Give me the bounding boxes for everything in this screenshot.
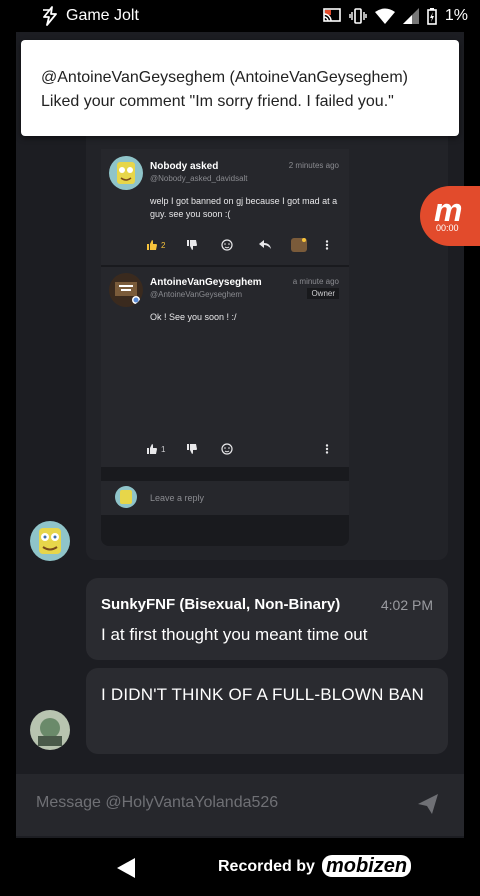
more-options-button[interactable] — [325, 444, 329, 454]
screen: Game Jolt 1% Nobody asked @Nobody_asked_… — [0, 0, 480, 896]
add-reaction-button[interactable] — [221, 239, 234, 251]
message-author[interactable]: SunkyFNF (Bisexual, Non-Binary) — [101, 596, 340, 613]
more-vert-icon — [326, 444, 329, 454]
notification-toast[interactable]: @AntoineVanGeyseghem (AntoineVanGeyseghe… — [21, 40, 459, 136]
thumbs-up-icon — [147, 444, 157, 454]
message-composer: Message @HolyVantaYolanda526 — [16, 774, 464, 836]
reply-placeholder: Leave a reply — [150, 493, 205, 503]
reply-button[interactable] — [259, 240, 272, 250]
thumbs-down-icon — [187, 444, 198, 454]
comment-handle: @AntoineVanGeyseghem — [150, 290, 243, 299]
emoji-add-icon — [221, 239, 234, 251]
like-count: 2 — [161, 240, 166, 250]
battery-icon — [427, 8, 437, 25]
message-text: I at first thought you meant time out — [101, 625, 368, 644]
like-button[interactable]: 1 — [147, 444, 165, 454]
thumbs-up-icon — [147, 240, 157, 250]
comment-actions: 2 — [145, 237, 345, 253]
status-app-name: Game Jolt — [66, 7, 139, 24]
comment-time: a minute ago — [292, 277, 339, 286]
navigation-bar: Recorded by mobizen — [0, 838, 480, 896]
wifi-icon — [374, 8, 395, 24]
comment-time: 2 minutes ago — [288, 161, 339, 170]
comment-author[interactable]: AntoineVanGeyseghem — [150, 277, 262, 288]
battery-level: 1% — [444, 7, 468, 24]
status-bar: Game Jolt 1% — [0, 0, 480, 32]
comment-thread: Nobody asked @Nobody_asked_davidsalt 2 m… — [101, 149, 349, 546]
add-reaction-button[interactable] — [221, 443, 234, 455]
message-time: 4:02 PM — [380, 597, 433, 613]
avatar[interactable] — [109, 273, 143, 307]
comment-text: Ok ! See you soon ! :/ — [150, 312, 237, 322]
dislike-button[interactable] — [187, 240, 198, 250]
emoji-add-icon — [221, 443, 234, 455]
comment-actions: 1 — [145, 441, 345, 457]
reply-input[interactable]: Leave a reply — [101, 481, 349, 515]
comment-item: Nobody asked @Nobody_asked_davidsalt 2 m… — [101, 149, 349, 265]
notification-title: @AntoineVanGeyseghem (AntoineVanGeyseghe… — [41, 69, 408, 86]
comment-author[interactable]: Nobody asked — [150, 161, 218, 172]
avatar[interactable] — [30, 710, 70, 750]
notification-text: Liked your comment "Im sorry friend. I f… — [41, 93, 394, 110]
more-options-button[interactable] — [325, 240, 329, 250]
like-count: 1 — [161, 444, 166, 454]
message-text: I DIDN'T THINK OF A FULL-BLOWN BAN — [101, 685, 425, 704]
chat-message[interactable]: SunkyFNF (Bisexual, Non-Binary) 4:02 PM … — [86, 578, 448, 660]
status-icons: 1% — [323, 7, 468, 25]
reacted-avatar[interactable] — [291, 238, 308, 252]
avatar — [115, 486, 137, 508]
chat-message[interactable]: I DIDN'T THINK OF A FULL-BLOWN BAN — [86, 668, 448, 754]
avatar[interactable] — [30, 521, 70, 561]
like-button[interactable]: 2 — [147, 240, 165, 250]
avatar — [291, 238, 308, 252]
send-icon[interactable] — [418, 794, 438, 814]
comment-text: welp I got banned on gj because I got ma… — [150, 196, 338, 219]
vibrate-icon — [349, 8, 367, 24]
more-vert-icon — [326, 240, 329, 250]
cast-icon — [323, 8, 341, 22]
comment-handle: @Nobody_asked_davidsalt — [150, 174, 248, 183]
gamejolt-bolt-icon — [43, 6, 57, 26]
mobizen-logo: mobizen — [322, 855, 412, 877]
owner-badge: Owner — [307, 288, 339, 299]
comment-item: AntoineVanGeyseghem @AntoineVanGeyseghem… — [101, 267, 349, 467]
reply-icon — [259, 240, 272, 249]
dislike-button[interactable] — [187, 444, 198, 454]
back-icon[interactable] — [117, 858, 135, 878]
thumbs-down-icon — [187, 240, 198, 250]
screen-recorder-bubble[interactable]: m 00:00 — [420, 186, 480, 246]
recorder-timer: 00:00 — [436, 223, 459, 233]
message-input[interactable]: Message @HolyVantaYolanda526 — [36, 794, 278, 812]
recorded-by-label: Recorded by — [218, 858, 315, 875]
signal-icon — [402, 8, 419, 24]
avatar[interactable] — [109, 156, 143, 190]
